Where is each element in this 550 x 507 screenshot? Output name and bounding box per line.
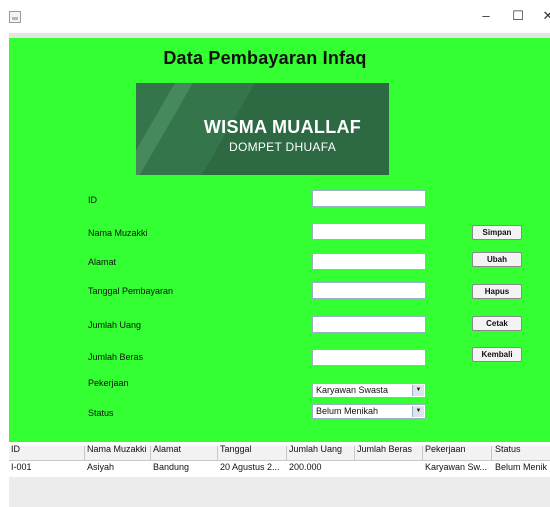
table-cell-jumlah-uang[interactable]: 200.000 [289,462,353,472]
column-header-nama[interactable]: Nama Muzakki [87,444,149,454]
status-selected-value: Belum Menikah [316,406,379,416]
kembali-button[interactable]: Kembali [472,347,522,362]
id-label: ID [88,195,97,205]
java-app-icon [9,11,21,23]
jumlah-beras-label: Jumlah Beras [88,352,144,362]
window-titlebar: – ☐ ✕ [0,0,550,33]
alamat-label: Alamat [88,257,117,267]
hapus-button[interactable]: Hapus [472,284,522,299]
maximize-button[interactable]: ☐ [508,8,528,24]
table-cell-id[interactable]: I-001 [11,462,81,472]
column-header-status[interactable]: Status [495,444,550,454]
column-header-pekerjaan[interactable]: Pekerjaan [425,444,489,454]
pekerjaan-selected-value: Karyawan Swasta [316,385,389,395]
table-cell-nama[interactable]: Asiyah [87,462,149,472]
pekerjaan-select[interactable]: Karyawan Swasta ▼ [312,383,426,398]
nama-muzakki-label: Nama Muzakki [88,228,148,238]
dropdown-arrow-icon[interactable]: ▼ [412,406,424,417]
logo-subtitle: DOMPET DHUAFA [228,140,337,154]
column-separator[interactable] [217,446,218,460]
data-table: ID Nama Muzakki Alamat Tanggal Jumlah Ua… [9,442,550,507]
pekerjaan-label: Pekerjaan [88,378,129,388]
column-separator[interactable] [286,446,287,460]
minimize-button[interactable]: – [476,8,496,23]
logo-title: WISMA MUALLAF [203,117,362,137]
column-header-alamat[interactable]: Alamat [153,444,215,454]
status-select[interactable]: Belum Menikah ▼ [312,404,426,419]
column-header-tanggal[interactable]: Tanggal [220,444,284,454]
close-button[interactable]: ✕ [538,8,550,24]
column-header-jumlah-uang[interactable]: Jumlah Uang [289,444,353,454]
column-header-id[interactable]: ID [11,444,81,454]
table-cell-alamat[interactable]: Bandung [153,462,215,472]
status-label: Status [88,408,114,418]
column-header-jumlah-beras[interactable]: Jumlah Beras [357,444,421,454]
nama-muzakki-field[interactable] [312,223,426,240]
tanggal-pembayaran-field[interactable] [312,282,426,299]
table-empty-area [9,477,550,507]
column-separator[interactable] [491,446,492,460]
form-title: Data Pembayaran Infaq [163,48,367,68]
dropdown-arrow-icon[interactable]: ▼ [412,385,424,396]
column-separator[interactable] [354,446,355,460]
cetak-button[interactable]: Cetak [472,316,522,331]
id-field[interactable] [312,190,426,207]
alamat-field[interactable] [312,253,426,270]
table-cell-status[interactable]: Belum Menik [495,462,550,472]
column-separator[interactable] [422,446,423,460]
jumlah-uang-field[interactable] [312,316,426,333]
table-cell-tanggal[interactable]: 20 Agustus 2... [220,462,284,472]
jumlah-uang-label: Jumlah Uang [88,320,142,330]
column-separator[interactable] [84,446,85,460]
ubah-button[interactable]: Ubah [472,252,522,267]
tanggal-pembayaran-label: Tanggal Pembayaran [88,286,174,296]
simpan-button[interactable]: Simpan [472,225,522,240]
wisma-muallaf-logo: WISMA MUALLAF DOMPET DHUAFA [136,83,389,175]
column-separator[interactable] [150,446,151,460]
jumlah-beras-field[interactable] [312,349,426,366]
table-cell-pekerjaan[interactable]: Karyawan Sw... [425,462,491,472]
